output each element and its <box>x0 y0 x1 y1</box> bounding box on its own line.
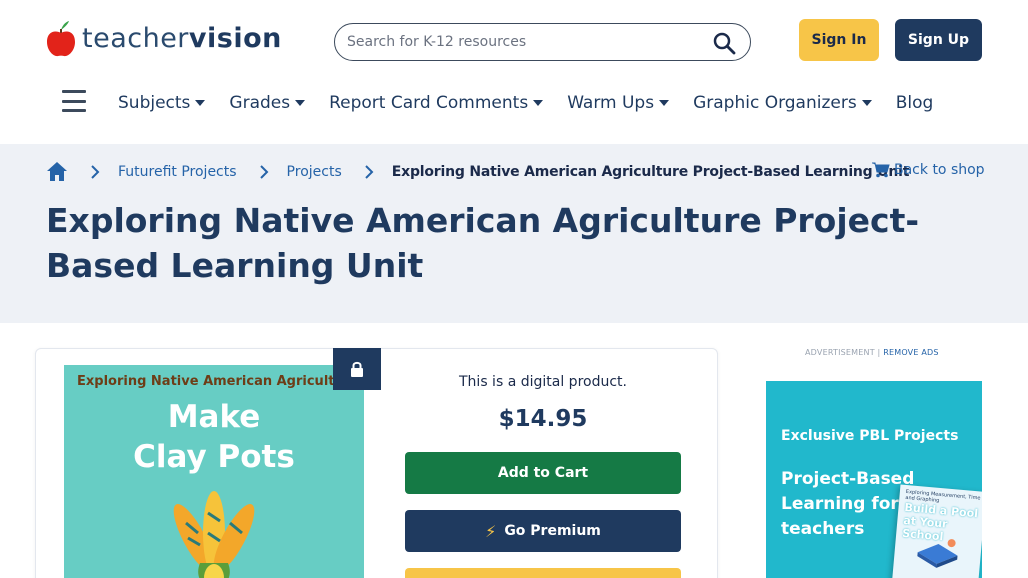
cart-icon <box>872 162 890 178</box>
cover-title-line: Clay Pots <box>133 439 295 475</box>
cover-title-line: Make <box>167 399 261 435</box>
chevron-down-icon <box>659 100 670 106</box>
chevron-down-icon <box>533 100 544 106</box>
cover-subtitle: Exploring Native American Agriculture <box>77 374 359 389</box>
teachervision-logo[interactable]: teachervision <box>46 20 282 58</box>
breadcrumb-link-projects[interactable]: Projects <box>287 164 342 180</box>
chevron-right-icon <box>91 165 100 179</box>
main-nav: Subjects Grades Report Card Comments War… <box>118 88 957 118</box>
nav-item-subjects[interactable]: Subjects <box>118 93 206 113</box>
logo-wordmark: teachervision <box>82 20 282 58</box>
apple-icon <box>47 21 75 57</box>
nav-item-label: Warm Ups <box>567 93 655 113</box>
corn-feathers-illustration <box>173 491 255 578</box>
nav-item-label: Graphic Organizers <box>693 93 857 113</box>
chevron-down-icon <box>295 100 306 106</box>
lock-icon <box>333 348 381 390</box>
back-to-shop-link[interactable]: Back to shop <box>872 162 985 178</box>
nav-item-warm-ups[interactable]: Warm Ups <box>567 93 670 113</box>
go-premium-label: Go Premium <box>504 523 601 539</box>
nav-item-blog[interactable]: Blog <box>896 93 934 113</box>
menu-icon[interactable] <box>62 90 86 112</box>
nav-item-grades[interactable]: Grades <box>229 93 306 113</box>
nav-item-report-card-comments[interactable]: Report Card Comments <box>329 93 544 113</box>
ad-label-text: ADVERTISEMENT | <box>805 348 881 357</box>
sign-in-button[interactable]: Sign In <box>799 19 879 61</box>
breadcrumb-link-futurefit-projects[interactable]: Futurefit Projects <box>118 164 237 180</box>
search-icon[interactable] <box>712 31 736 55</box>
product-price: $14.95 <box>498 406 588 432</box>
logo-light-text: teacher <box>82 23 189 54</box>
home-icon[interactable] <box>46 161 68 183</box>
back-to-shop-label: Back to shop <box>894 162 985 178</box>
chevron-down-icon <box>861 100 872 106</box>
nav-item-graphic-organizers[interactable]: Graphic Organizers <box>693 93 872 113</box>
digital-product-note: This is a digital product. <box>459 374 627 390</box>
lightning-bolt-icon: ⚡ <box>485 521 497 541</box>
go-premium-button[interactable]: ⚡ Go Premium <box>405 510 681 552</box>
chevron-right-icon <box>365 165 374 179</box>
lock-glyph <box>351 361 363 377</box>
chevron-right-icon <box>259 165 268 179</box>
chevron-down-icon <box>195 100 206 106</box>
add-to-cart-button[interactable]: Add to Cart <box>405 452 681 494</box>
remove-ads-link[interactable]: REMOVE ADS <box>883 348 938 357</box>
ad-label: ADVERTISEMENT | REMOVE ADS <box>805 348 939 357</box>
product-cover-image: Exploring Native American Agriculture Ma… <box>64 365 364 578</box>
nav-item-label: Report Card Comments <box>329 93 529 113</box>
ad-headline: Exclusive PBL Projects <box>781 428 959 444</box>
search-bar <box>334 23 751 61</box>
sign-up-button[interactable]: Sign Up <box>895 19 982 61</box>
nav-item-label: Blog <box>895 93 934 113</box>
advertisement-banner[interactable]: Exclusive PBL Projects Project-Based Lea… <box>766 381 982 578</box>
pool-illustration <box>917 539 958 568</box>
breadcrumb: Futurefit Projects Projects Exploring Na… <box>46 160 909 184</box>
page-title: Exploring Native American Agriculture Pr… <box>46 201 920 285</box>
ad-book-image: Exploring Measurement, Time and Graphing… <box>891 484 982 578</box>
search-input[interactable] <box>347 34 687 50</box>
secondary-action-button[interactable] <box>405 568 681 578</box>
nav-item-label: Grades <box>229 93 291 113</box>
breadcrumb-current: Exploring Native American Agriculture Pr… <box>391 164 910 180</box>
nav-item-label: Subjects <box>118 93 191 113</box>
cover-title: Make Clay Pots <box>64 397 364 477</box>
logo-bold-text: vision <box>188 23 282 54</box>
